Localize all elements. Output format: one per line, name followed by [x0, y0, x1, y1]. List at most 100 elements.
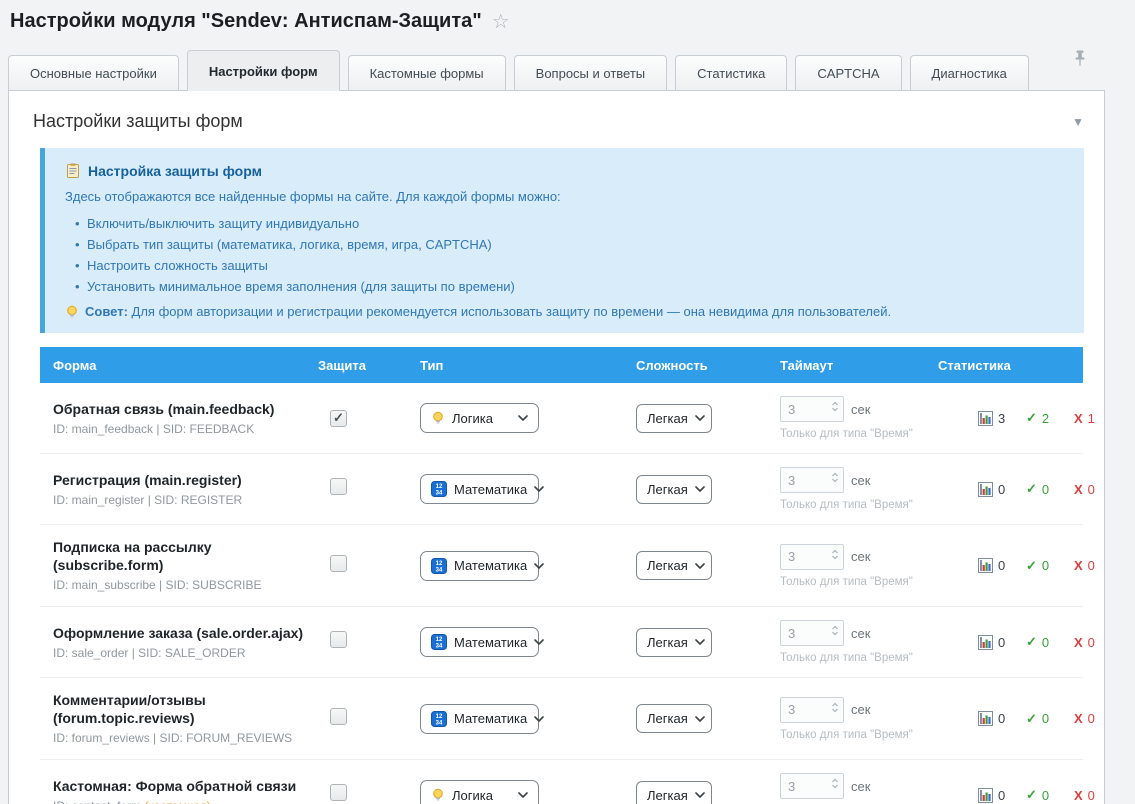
- stat-total: 0: [998, 558, 1005, 573]
- logic-bulb-icon: [431, 788, 445, 802]
- stats-cell: 0 ✓0 X0: [938, 634, 1122, 650]
- timeout-unit: сек: [851, 473, 870, 488]
- info-box: Настройка защиты форм Здесь отображаются…: [40, 148, 1084, 333]
- chevron-down-icon: [695, 792, 705, 798]
- forms-table: Форма Защита Тип Сложность Таймаут Стати…: [40, 347, 1083, 804]
- page-header: Настройки модуля "Sendev: Антиспам-Защит…: [0, 0, 1135, 33]
- type-select[interactable]: Логика: [420, 780, 539, 804]
- stat-passed: 2: [1042, 411, 1049, 426]
- stat-total: 0: [998, 482, 1005, 497]
- tab-form-settings[interactable]: Настройки форм: [187, 50, 340, 91]
- stat-passed: 0: [1042, 482, 1049, 497]
- favorite-star-icon[interactable]: ☆: [492, 12, 510, 32]
- math-icon: [431, 711, 447, 727]
- difficulty-select[interactable]: Легкая: [636, 551, 712, 580]
- check-icon: ✓: [1026, 711, 1037, 727]
- difficulty-select[interactable]: Легкая: [636, 628, 712, 657]
- spinner-icon[interactable]: [831, 549, 839, 560]
- protection-checkbox[interactable]: [330, 410, 347, 427]
- difficulty-select[interactable]: Легкая: [636, 781, 712, 804]
- stat-failed: 0: [1088, 788, 1095, 803]
- timeout-input[interactable]: 3: [780, 544, 844, 570]
- info-bullet: Включить/выключить защиту индивидуально: [65, 213, 1064, 234]
- tab-diagnostics[interactable]: Диагностика: [910, 55, 1029, 90]
- chevron-down-icon: [518, 792, 528, 798]
- chevron-down-icon: [695, 415, 705, 421]
- pin-icon[interactable]: [1073, 50, 1105, 71]
- timeout-input[interactable]: 3: [780, 620, 844, 646]
- timeout-unit: сек: [851, 626, 870, 641]
- form-meta: ID: main_register | SID: REGISTER: [53, 493, 318, 508]
- tab-custom-forms[interactable]: Кастомные формы: [348, 55, 506, 90]
- tab-main-settings[interactable]: Основные настройки: [8, 55, 179, 90]
- column-header-protection: Защита: [318, 358, 420, 373]
- stat-total: 0: [998, 711, 1005, 726]
- stat-failed: 0: [1088, 635, 1095, 650]
- type-select[interactable]: Математика: [420, 551, 539, 581]
- protection-checkbox[interactable]: [330, 555, 347, 572]
- timeout-input[interactable]: 3: [780, 773, 844, 799]
- tab-captcha[interactable]: CAPTCHA: [795, 55, 901, 90]
- form-name: Регистрация (main.register): [53, 471, 318, 489]
- spinner-icon[interactable]: [831, 472, 839, 483]
- type-select[interactable]: Логика: [420, 403, 539, 433]
- stats-cell: 3 ✓2 X1: [938, 410, 1122, 426]
- chevron-down-icon: [534, 563, 544, 569]
- tab-questions[interactable]: Вопросы и ответы: [514, 55, 667, 90]
- spinner-icon[interactable]: [831, 778, 839, 789]
- cross-icon: X: [1074, 788, 1083, 803]
- timeout-input[interactable]: 3: [780, 467, 844, 493]
- type-select[interactable]: Математика: [420, 474, 539, 504]
- cross-icon: X: [1074, 558, 1083, 573]
- timeout-note: Только для типа "Время": [780, 499, 938, 511]
- timeout-input[interactable]: 3: [780, 697, 844, 723]
- spinner-icon[interactable]: [831, 401, 839, 412]
- logic-bulb-icon: [431, 411, 445, 425]
- info-bullet: Выбрать тип защиты (математика, логика, …: [65, 234, 1064, 255]
- timeout-note: Только для типа "Время": [780, 729, 938, 741]
- type-select[interactable]: Математика: [420, 627, 539, 657]
- settings-panel: Настройки защиты форм ▼ Настройка защиты…: [8, 90, 1105, 804]
- protection-checkbox[interactable]: [330, 631, 347, 648]
- table-row: Подписка на рассылку (subscribe.form) ID…: [40, 525, 1083, 607]
- stats-cell: 0 ✓0 X0: [938, 787, 1122, 803]
- stat-total: 0: [998, 635, 1005, 650]
- timeout-input[interactable]: 3: [780, 396, 844, 422]
- timeout-note: Только для типа "Время": [780, 428, 938, 440]
- difficulty-select[interactable]: Легкая: [636, 704, 712, 733]
- check-icon: ✓: [1026, 787, 1037, 803]
- table-row: Регистрация (main.register) ID: main_reg…: [40, 454, 1083, 525]
- cross-icon: X: [1074, 482, 1083, 497]
- protection-checkbox[interactable]: [330, 478, 347, 495]
- timeout-unit: сек: [851, 779, 870, 794]
- collapse-chevron-icon[interactable]: ▼: [1066, 113, 1090, 131]
- protection-checkbox[interactable]: [330, 708, 347, 725]
- tab-bar: Основные настройки Настройки форм Кастом…: [8, 50, 1105, 90]
- math-icon: [431, 558, 447, 574]
- bar-chart-icon: [978, 482, 993, 497]
- chevron-down-icon: [534, 486, 544, 492]
- type-select[interactable]: Математика: [420, 704, 539, 734]
- difficulty-select[interactable]: Легкая: [636, 475, 712, 504]
- table-row: Оформление заказа (sale.order.ajax) ID: …: [40, 607, 1083, 678]
- spinner-icon[interactable]: [831, 625, 839, 636]
- spinner-icon[interactable]: [831, 702, 839, 713]
- bar-chart-icon: [978, 635, 993, 650]
- bar-chart-icon: [978, 711, 993, 726]
- bar-chart-icon: [978, 411, 993, 426]
- form-meta: ID: contact_form (кастомная): [53, 799, 318, 804]
- stat-failed: 0: [1088, 711, 1095, 726]
- protection-checkbox[interactable]: [330, 784, 347, 801]
- timeout-unit: сек: [851, 402, 870, 417]
- column-header-difficulty: Сложность: [636, 358, 780, 373]
- bar-chart-icon: [978, 788, 993, 803]
- column-header-statistics: Статистика: [938, 358, 1083, 373]
- info-tip: Совет: Для форм авторизации и регистраци…: [65, 304, 1064, 319]
- cross-icon: X: [1074, 711, 1083, 726]
- custom-form-tag: (кастомная): [144, 799, 210, 804]
- form-meta: ID: forum_reviews | SID: FORUM_REVIEWS: [53, 731, 318, 746]
- difficulty-select[interactable]: Легкая: [636, 404, 712, 433]
- check-icon: ✓: [1026, 634, 1037, 650]
- tab-statistics[interactable]: Статистика: [675, 55, 787, 90]
- timeout-unit: сек: [851, 702, 870, 717]
